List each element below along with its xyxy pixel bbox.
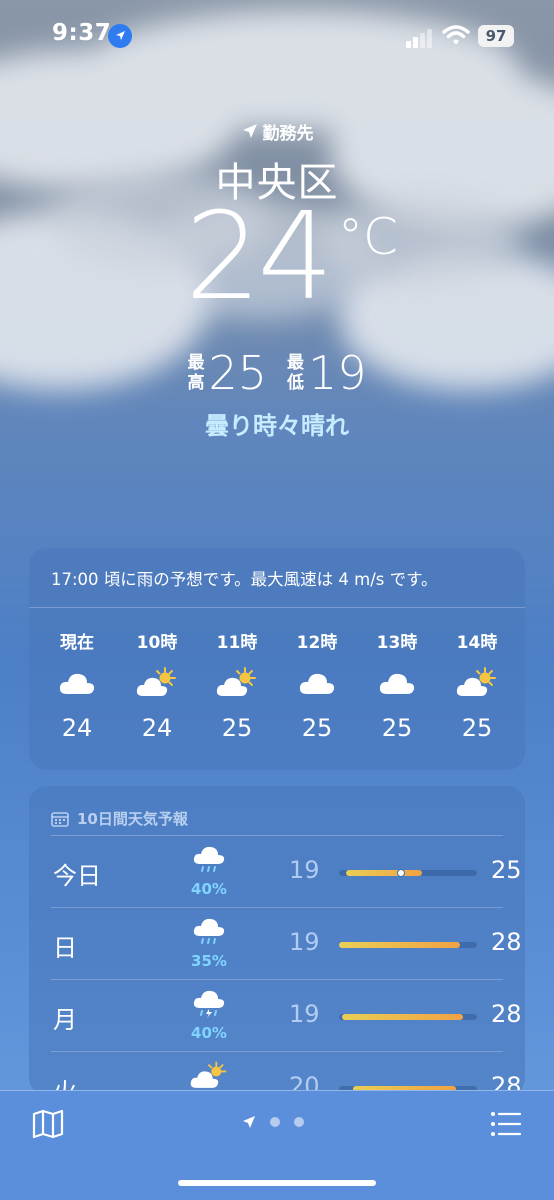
condition-text: 曇り時々晴れ: [205, 412, 349, 440]
low-temp: 19: [289, 1000, 320, 1028]
high-temp: 最 高 25: [187, 346, 267, 400]
temperature-value: 24: [185, 188, 334, 327]
day-name: 今日: [53, 862, 101, 890]
ten-day-forecast-card[interactable]: 10日間天気予報 今日 40% 19 25 日 35% 19 28 月 40% …: [29, 786, 525, 1096]
day-row[interactable]: 今日 40% 19 25: [51, 836, 522, 908]
temperature-range-fill: [345, 870, 422, 876]
day-name: 月: [53, 1006, 77, 1034]
partly-sunny-icon: [190, 1061, 227, 1088]
map-icon[interactable]: [32, 1109, 64, 1139]
ten-day-title: 10日間天気予報: [51, 786, 503, 836]
location-arrow-icon: [108, 24, 132, 48]
high-temp: 25: [491, 856, 522, 884]
cloud-icon: [379, 673, 415, 694]
high-value: 25: [208, 346, 267, 400]
low-temp: 19: [289, 928, 320, 956]
hour-item: 14時 25: [456, 633, 498, 742]
hour-item: 13時 25: [376, 633, 418, 742]
home-indicator: [178, 1180, 376, 1186]
forecast-summary: 17:00 頃に雨の予想です。最大風速は 4 m/s です。: [29, 548, 525, 608]
battery-indicator: 97: [478, 25, 514, 47]
hour-item: 現在 24: [37, 608, 117, 742]
high-low: 最 高 25 最 低 19: [0, 346, 554, 400]
temperature-range-bar: [339, 942, 477, 948]
temperature-range-bar: [339, 869, 477, 877]
status-bar: 9:37 97: [0, 0, 554, 70]
list-icon[interactable]: [490, 1111, 522, 1137]
precip-chance: 35%: [191, 952, 227, 970]
partly-sunny-icon: [216, 667, 256, 696]
location-label-text: 勤務先: [262, 123, 314, 144]
thunder-rain-cloud-icon: [193, 990, 225, 1018]
high-temp: 28: [491, 1000, 522, 1028]
precip-chance: 40%: [191, 880, 227, 898]
wifi-icon: [442, 25, 470, 45]
hour-item: 12時 25: [296, 633, 338, 742]
hour-item: 11時 25: [216, 633, 258, 742]
rain-cloud-icon: [193, 846, 225, 872]
partly-sunny-icon: [136, 667, 176, 696]
low-label: 最 低: [287, 353, 304, 393]
cellular-signal-icon: [406, 29, 432, 48]
rain-cloud-icon: [193, 918, 225, 944]
current-temperature: 24 °C: [0, 198, 554, 340]
temperature-range-bar: [339, 1014, 477, 1020]
low-value: 19: [308, 346, 367, 400]
high-label: 最 高: [187, 353, 205, 393]
cloud-icon: [59, 673, 95, 694]
partly-sunny-icon: [456, 667, 496, 696]
status-time: 9:37: [52, 20, 112, 46]
location-label: 勤務先: [0, 118, 554, 144]
ten-day-title-text: 10日間天気予報: [77, 810, 188, 828]
precip-chance: 40%: [191, 1024, 227, 1042]
page-dot[interactable]: [294, 1117, 304, 1127]
calendar-icon: [51, 811, 69, 827]
temperature-range-fill: [339, 942, 461, 948]
page-indicator[interactable]: [242, 1115, 304, 1129]
low-temp: 19: [289, 856, 320, 884]
day-row[interactable]: 日 35% 19 28: [51, 908, 522, 980]
weather-header: 勤務先 中央区 24 °C 最 高 25 最 低 19 曇り時々晴れ: [0, 118, 554, 441]
temperature-unit: °C: [338, 208, 398, 266]
high-temp: 28: [491, 928, 522, 956]
page-dot[interactable]: [270, 1117, 280, 1127]
temperature-range-fill: [341, 1014, 464, 1020]
hourly-forecast-card[interactable]: 17:00 頃に雨の予想です。最大風速は 4 m/s です。 現在 24 10時…: [29, 548, 525, 770]
location-arrow-icon: [242, 124, 257, 138]
hourly-row[interactable]: 現在 24 10時 24 11時 25 12時 25 13時 25 14時 25: [29, 608, 525, 742]
day-row[interactable]: 月 40% 19 28: [51, 980, 522, 1052]
day-name: 日: [53, 934, 77, 962]
low-temp: 最 低 19: [287, 346, 367, 400]
hour-item: 10時 24: [136, 633, 178, 742]
location-arrow-icon: [243, 1116, 255, 1128]
cloud-icon: [299, 673, 335, 694]
